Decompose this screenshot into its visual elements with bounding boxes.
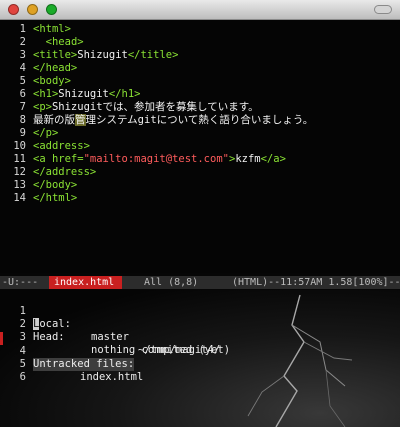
head-value: nothing commited (yet) <box>91 344 231 356</box>
minimize-window-button[interactable] <box>27 4 38 15</box>
code-text: <html> <box>33 23 71 36</box>
code-text: <head> <box>33 36 84 49</box>
html-tag-token: <head> <box>45 36 84 48</box>
html-tag-token: <h1> <box>33 88 59 100</box>
text-token: Shizugit <box>77 49 128 61</box>
window-titlebar <box>0 0 400 20</box>
line-number: 7 <box>19 101 26 113</box>
cursor-highlight: 管 <box>75 114 86 126</box>
line-number: 12 <box>13 166 26 178</box>
magit-blank-line: 6 <box>0 358 38 383</box>
line-number: 14 <box>13 192 26 204</box>
magit-status-buffer[interactable]: 1 Local: master ~/tmp/magit4/ 2 Head: no… <box>0 290 400 427</box>
line-number: 3 <box>19 49 26 61</box>
untracked-section-header[interactable]: 4 Untracked files: <box>0 332 135 371</box>
toolbar-toggle-button[interactable] <box>374 5 392 14</box>
code-text: </p> <box>33 127 58 140</box>
code-text: </body> <box>33 179 77 192</box>
line-number: 11 <box>13 153 26 165</box>
modeline-state: -U:--- <box>2 277 39 288</box>
mode-line: -U:--- index.html All (8,8) (HTML)--11:5… <box>0 276 400 289</box>
untracked-file-item[interactable]: 5 index.html <box>0 345 144 383</box>
zoom-window-button[interactable] <box>46 4 57 15</box>
code-text: <body> <box>33 75 71 88</box>
line-number: 9 <box>19 127 26 139</box>
html-editor-buffer[interactable]: 1 <html> 2 <head> 3 <title>Shizugit</title> 4… <box>0 20 400 273</box>
local-label: ocal: <box>39 318 71 330</box>
untracked-file-name[interactable]: index.html <box>80 371 143 384</box>
html-tag-token: <p> <box>33 101 52 113</box>
html-tag-token: </title> <box>127 49 179 61</box>
code-text: <title>Shizugit</title> <box>33 49 178 62</box>
code-text: <p>Shizugitでは、参加者を募集しています。 <box>33 101 259 114</box>
magit-local-line: 1 Local: master ~/tmp/magit4/ <box>0 292 221 356</box>
line-number: 2 <box>19 36 26 48</box>
code-text: </html> <box>33 192 77 205</box>
line-number: 1 <box>19 23 26 35</box>
code-text: </address> <box>33 166 96 179</box>
magit-head-line: 2 Head: nothing commited (yet) <box>0 305 230 356</box>
code-text: <address> <box>33 140 90 153</box>
html-tag-token: </a> <box>260 153 286 165</box>
string-token: "mailto:magit@test.com" <box>83 153 229 165</box>
local-branch: master <box>91 331 129 343</box>
line-number: 6 <box>19 88 26 100</box>
line-number: 8 <box>19 114 26 126</box>
close-window-button[interactable] <box>8 4 19 15</box>
html-tag-token: </head> <box>33 62 78 74</box>
html-tag-token: <a href= <box>33 153 84 165</box>
text-token: 最新の版 <box>33 114 75 126</box>
modeline-position: All (8,8) <box>144 277 199 288</box>
html-tag-token: </address> <box>33 166 97 178</box>
html-tag-token: <html> <box>33 23 71 35</box>
line-number: 6 <box>19 371 26 383</box>
html-tag-token: </html> <box>33 192 78 204</box>
line-number: 10 <box>13 140 26 152</box>
line-number: 4 <box>19 62 26 74</box>
text-token: Shizugit <box>58 88 109 100</box>
code-text: 最新の版管理システムgitについて熱く語り合いましょう。 <box>33 114 313 127</box>
html-tag-token: <title> <box>33 49 78 61</box>
code-text: <a href="mailto:magit@test.com">kzfm</a> <box>33 153 286 166</box>
emacs-window: 1 <html> 2 <head> 3 <title>Shizugit</title> 4… <box>0 0 400 427</box>
modeline-buffer-name[interactable]: index.html <box>49 276 122 289</box>
html-tag-token: </body> <box>33 179 78 191</box>
text-token: 理システムgitについて熱く語り合いましょう。 <box>85 114 314 126</box>
text-token: Shizugitでは、参加者を募集しています。 <box>51 101 259 113</box>
code-text: <h1>Shizugit</h1> <box>33 88 140 101</box>
html-tag-token: <address> <box>33 140 90 152</box>
html-tag-token: </p> <box>33 127 59 139</box>
html-tag-token: <body> <box>33 75 71 87</box>
modeline-mode-info: (HTML)--11:57AM 1.58[100%]-- <box>232 277 400 288</box>
text-token: kzfm <box>235 153 261 165</box>
line-number: 13 <box>13 179 26 191</box>
magit-blank-line: 3 <box>0 318 38 343</box>
code-text: </head> <box>33 62 77 75</box>
html-tag-token: </h1> <box>108 88 141 100</box>
line-number: 5 <box>19 75 26 87</box>
untracked-files-header[interactable]: Untracked files: <box>33 358 135 371</box>
